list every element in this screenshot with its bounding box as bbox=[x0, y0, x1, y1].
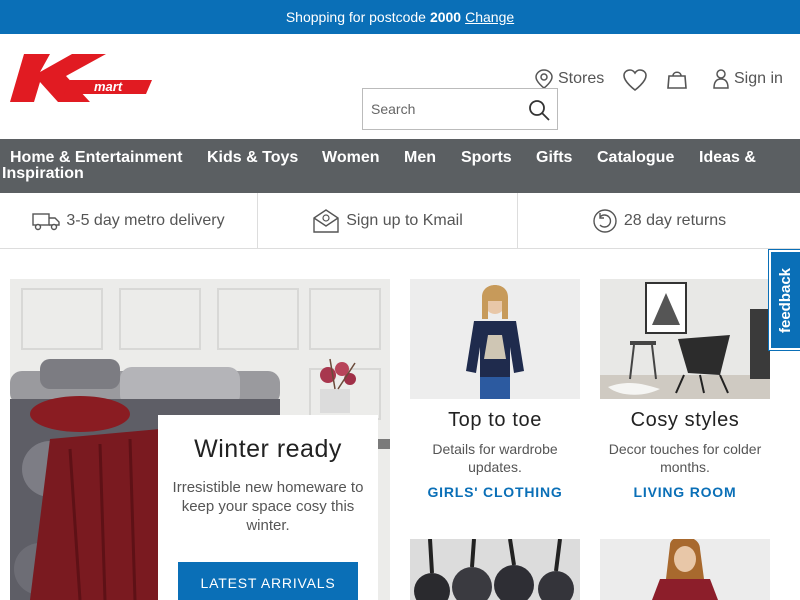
tile-top-to-toe-desc: Details for wardrobe updates. bbox=[432, 441, 558, 475]
tile-cosy-styles-title: Cosy styles bbox=[630, 409, 740, 431]
postcode-bar: Shopping for postcode 2000 Change bbox=[0, 0, 800, 34]
postcode-prefix: Shopping for postcode bbox=[285, 9, 426, 25]
signin-label: Sign in bbox=[734, 70, 783, 87]
wishlist-heart-icon[interactable] bbox=[622, 68, 648, 92]
feedback-tab[interactable]: feedback bbox=[769, 250, 800, 350]
latest-arrivals-button[interactable]: LATEST ARRIVALS bbox=[178, 562, 358, 600]
site-header: mart Stores Sign in bbox=[0, 34, 800, 139]
benefit-kmail-label: Sign up to Kmail bbox=[346, 211, 463, 229]
nav-item-catalogue[interactable]: Catalogue bbox=[597, 150, 674, 166]
benefit-delivery[interactable]: 3-5 day metro delivery bbox=[0, 193, 258, 248]
tile-cookware-image[interactable] bbox=[410, 539, 580, 600]
living-room-link[interactable]: LIVING ROOM bbox=[600, 484, 770, 500]
search-icon[interactable] bbox=[527, 98, 551, 122]
stores-label: Stores bbox=[558, 70, 605, 87]
hero-title: Winter ready bbox=[194, 435, 342, 463]
benefits-strip: 3-5 day metro delivery Sign up to Kmail … bbox=[0, 193, 800, 249]
change-postcode-link[interactable]: Change bbox=[465, 9, 514, 25]
nav-item-gifts[interactable]: Gifts bbox=[536, 150, 572, 166]
signin-link[interactable]: Sign in bbox=[712, 68, 783, 90]
benefit-kmail[interactable]: Sign up to Kmail bbox=[258, 193, 518, 248]
cart-bag-icon[interactable] bbox=[666, 68, 688, 90]
search-box bbox=[362, 88, 558, 130]
tile-cosy-styles-desc: Decor touches for colder months. bbox=[608, 441, 762, 475]
feedback-label: feedback bbox=[777, 267, 795, 333]
nav-item-inspiration[interactable]: Inspiration bbox=[2, 166, 84, 182]
hero-card: Winter ready Irresistible new homeware t… bbox=[158, 415, 378, 600]
returns-icon bbox=[593, 208, 617, 233]
nav-item-men[interactable]: Men bbox=[404, 150, 436, 166]
search-input[interactable] bbox=[363, 90, 523, 128]
logo-text: mart bbox=[94, 79, 123, 94]
benefit-returns-label: 28 day returns bbox=[623, 211, 727, 229]
mail-icon bbox=[313, 208, 339, 233]
tile-top-to-toe-title: Top to toe bbox=[448, 409, 542, 431]
benefit-returns[interactable]: 28 day returns bbox=[518, 193, 800, 248]
tile-cosy-styles: Cosy styles Decor touches for colder mon… bbox=[600, 279, 770, 500]
nav-item-home-entertainment[interactable]: Home & Entertainment bbox=[10, 150, 182, 166]
tile-womens-image[interactable] bbox=[600, 539, 770, 600]
postcode-value: 2000 bbox=[429, 9, 462, 25]
nav-item-sports[interactable]: Sports bbox=[461, 150, 512, 166]
girls-clothing-link[interactable]: GIRLS' CLOTHING bbox=[410, 484, 580, 500]
hero-banner[interactable]: Winter ready Irresistible new homeware t… bbox=[10, 279, 390, 600]
hero-body: Irresistible new homeware to keep your s… bbox=[172, 479, 364, 534]
main-nav: Home & Entertainment Kids & Toys Women M… bbox=[0, 139, 800, 193]
kmart-logo[interactable]: mart bbox=[10, 54, 152, 102]
truck-icon bbox=[32, 212, 61, 230]
tile-cosy-styles-image[interactable] bbox=[600, 279, 770, 399]
nav-item-ideas[interactable]: Ideas & bbox=[699, 150, 756, 166]
benefit-delivery-label: 3-5 day metro delivery bbox=[66, 211, 225, 229]
tile-top-to-toe-image[interactable] bbox=[410, 279, 580, 399]
location-pin-icon bbox=[535, 69, 553, 89]
nav-item-women[interactable]: Women bbox=[322, 150, 379, 166]
nav-item-kids-toys[interactable]: Kids & Toys bbox=[207, 150, 298, 166]
stores-link[interactable]: Stores bbox=[534, 68, 604, 90]
tile-top-to-toe: Top to toe Details for wardrobe updates.… bbox=[410, 279, 580, 500]
user-icon bbox=[713, 69, 729, 89]
